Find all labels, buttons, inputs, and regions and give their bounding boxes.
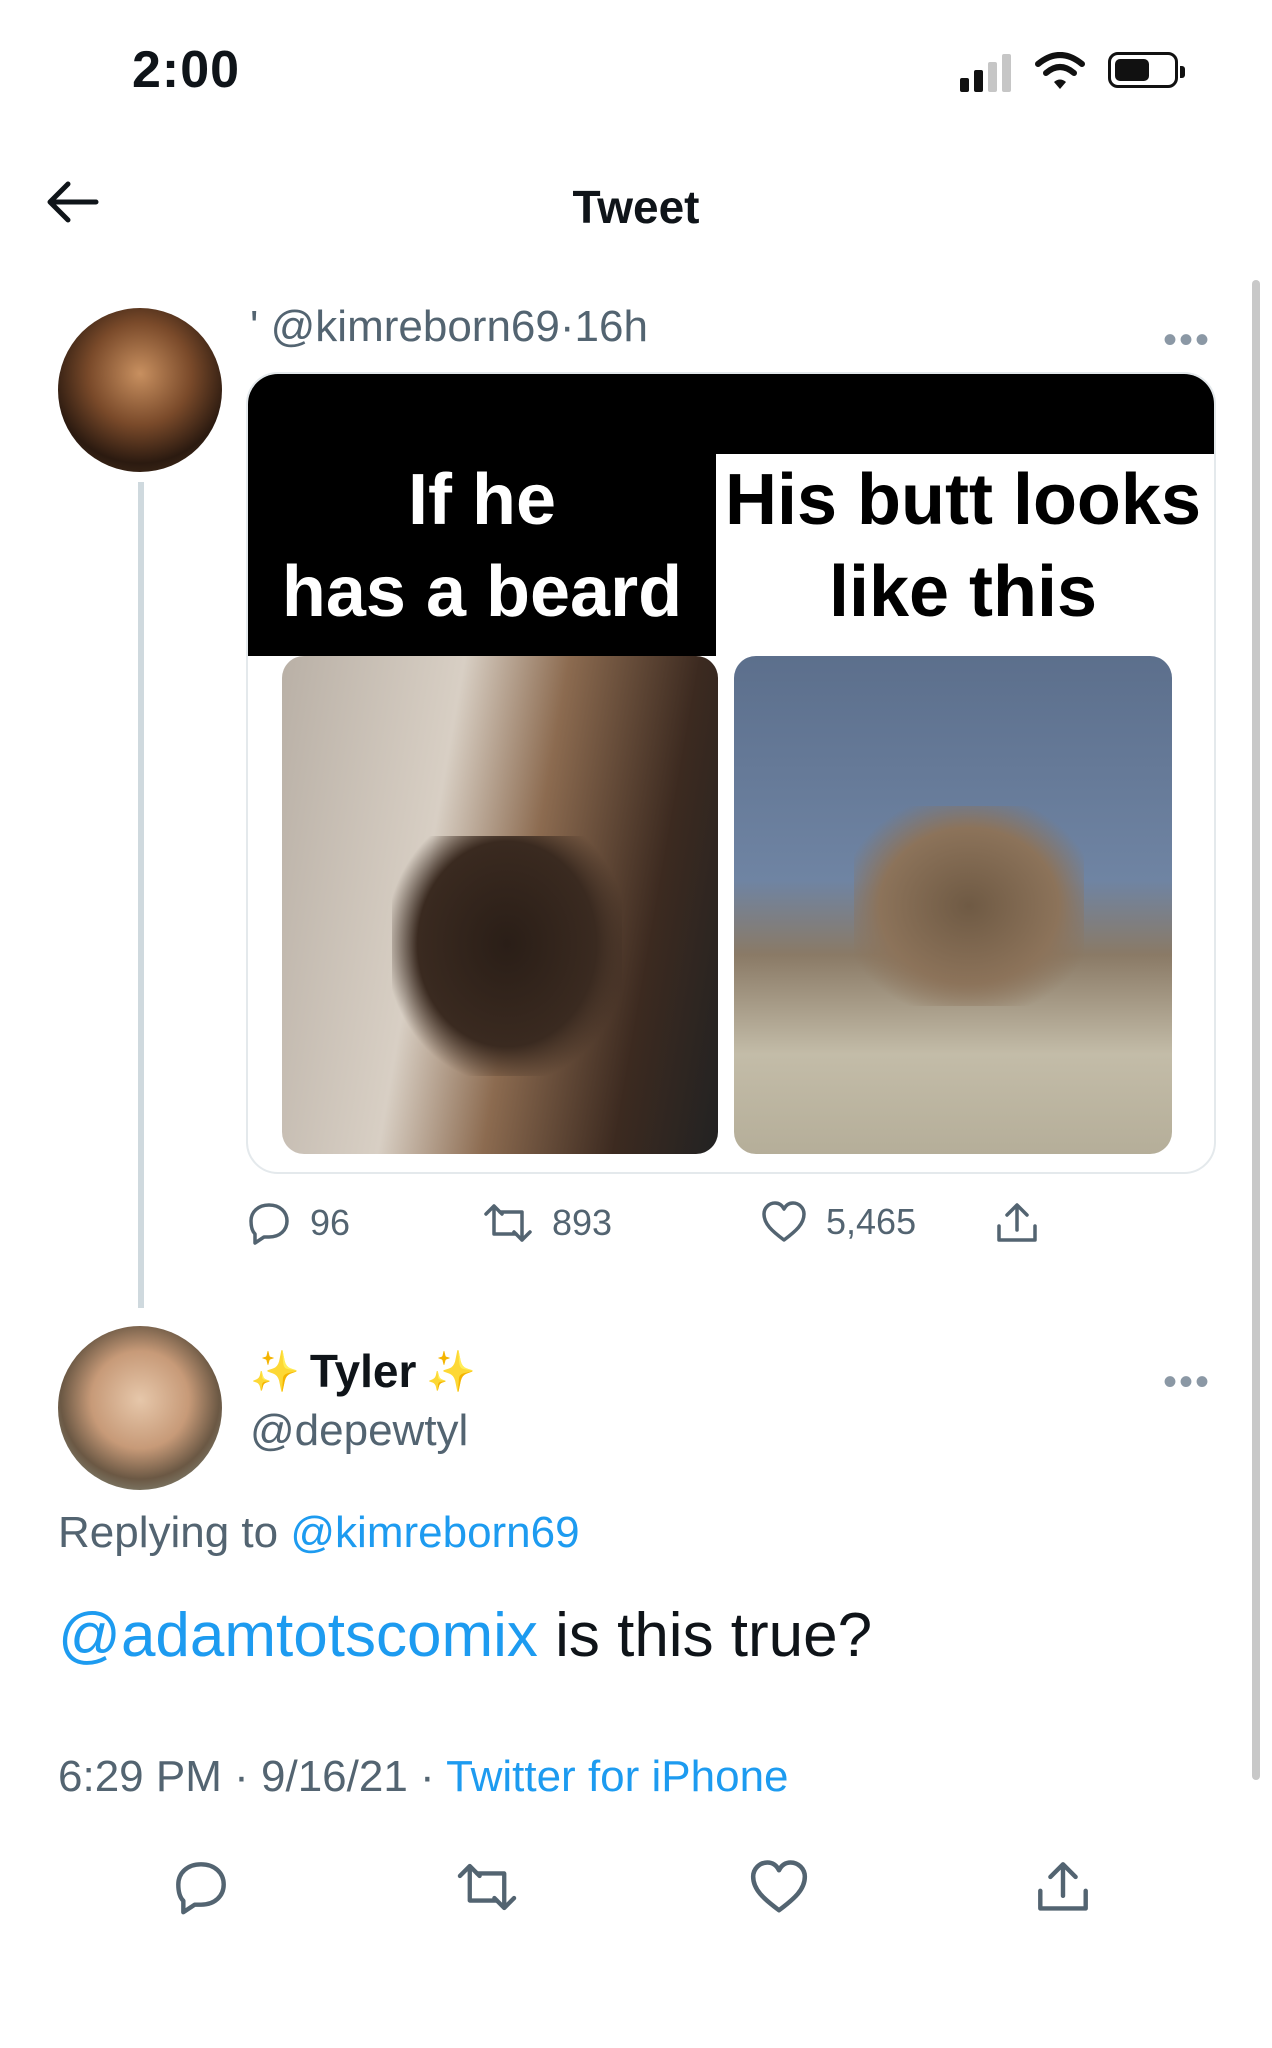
tweet2-handle[interactable]: @depewtyl [250,1406,468,1456]
retweet-button[interactable] [455,1858,519,1921]
reply-button[interactable] [172,1858,230,1921]
reply-icon [176,1862,226,1915]
tweet2-text: is this true? [537,1601,873,1670]
more-icon[interactable]: ••• [1163,318,1211,363]
tweet1-media[interactable]: If he has a beard His butt looks like th… [246,372,1216,1174]
status-time: 2:00 [132,41,241,99]
media-right-caption-line2: like this [828,552,1098,632]
avatar-kimreborn69[interactable] [58,308,222,472]
sparkle-icon: ✨ [250,1349,300,1394]
share-icon [1038,1862,1088,1911]
tweet2-name-text: Tyler [309,1345,417,1397]
tweet2-source[interactable]: Twitter for iPhone [446,1752,788,1801]
media-left-caption: If he has a beard [248,454,716,656]
more-icon[interactable]: ••• [1163,1360,1211,1405]
share-button[interactable] [1034,1858,1092,1921]
stamp-separator: · [234,1752,249,1801]
tweet1-age[interactable]: 16h [575,302,648,351]
media-right-caption-line1: His butt looks [724,460,1201,540]
tweet2-time: 6:29 PM [58,1752,222,1801]
media-photo-bearded-man [282,656,718,1154]
battery-icon [1108,52,1185,88]
wifi-icon [1035,52,1085,97]
page-title: Tweet [572,181,700,233]
tweet2-body: @adamtotscomix is this true? [58,1600,872,1671]
media-left-caption-line2: has a beard [281,552,683,632]
media-right-caption: His butt looks like this [716,454,1210,656]
tweet1-separator: · [559,302,575,351]
like-button[interactable] [748,1858,810,1921]
replying-prefix: Replying to [58,1508,279,1557]
tweet1-actions: 96 893 5,465 [246,1200,1086,1260]
media-photo-torn-jeans [734,656,1172,1154]
tweet1-prefix: ' [250,302,259,351]
like-icon [750,1860,808,1913]
reply-count: 96 [310,1202,351,1243]
tweet2-mention[interactable]: @adamtotscomix [58,1601,538,1670]
share-button[interactable] [994,1200,1040,1246]
tweet2-author-name[interactable]: ✨ Tyler ✨ [250,1344,476,1398]
retweet-icon [457,1863,517,1911]
tweet1-handle[interactable]: @kimreborn69 [271,302,560,351]
signal-icon [960,52,1011,92]
stamp-separator: · [420,1752,435,1801]
tweet2-timestamp: 6:29 PM · 9/16/21 · Twitter for iPhone [58,1752,789,1802]
retweet-count: 893 [552,1202,613,1243]
like-button[interactable]: 5,465 [760,1200,916,1244]
replying-to: Replying to @kimreborn69 [58,1508,580,1558]
like-icon [762,1201,806,1242]
reply-icon [249,1203,289,1245]
retweet-button[interactable]: 893 [482,1200,612,1246]
replying-handle[interactable]: @kimreborn69 [290,1508,579,1557]
avatar-depewtyl[interactable] [58,1326,222,1490]
tweet2-date: 9/16/21 [261,1752,408,1801]
scrollbar[interactable] [1252,280,1260,1780]
share-icon [997,1203,1037,1242]
reply-button[interactable]: 96 [246,1200,350,1246]
like-count: 5,465 [826,1201,917,1242]
sparkle-icon: ✨ [426,1349,477,1394]
tweet1-meta: ' @kimreborn69·16h [250,302,648,352]
tweet2-actions [0,1858,1272,1928]
media-top-bar [248,374,1214,454]
thread-line [138,482,144,1308]
media-left-caption-line1: If he [407,460,556,540]
retweet-icon [484,1204,532,1242]
